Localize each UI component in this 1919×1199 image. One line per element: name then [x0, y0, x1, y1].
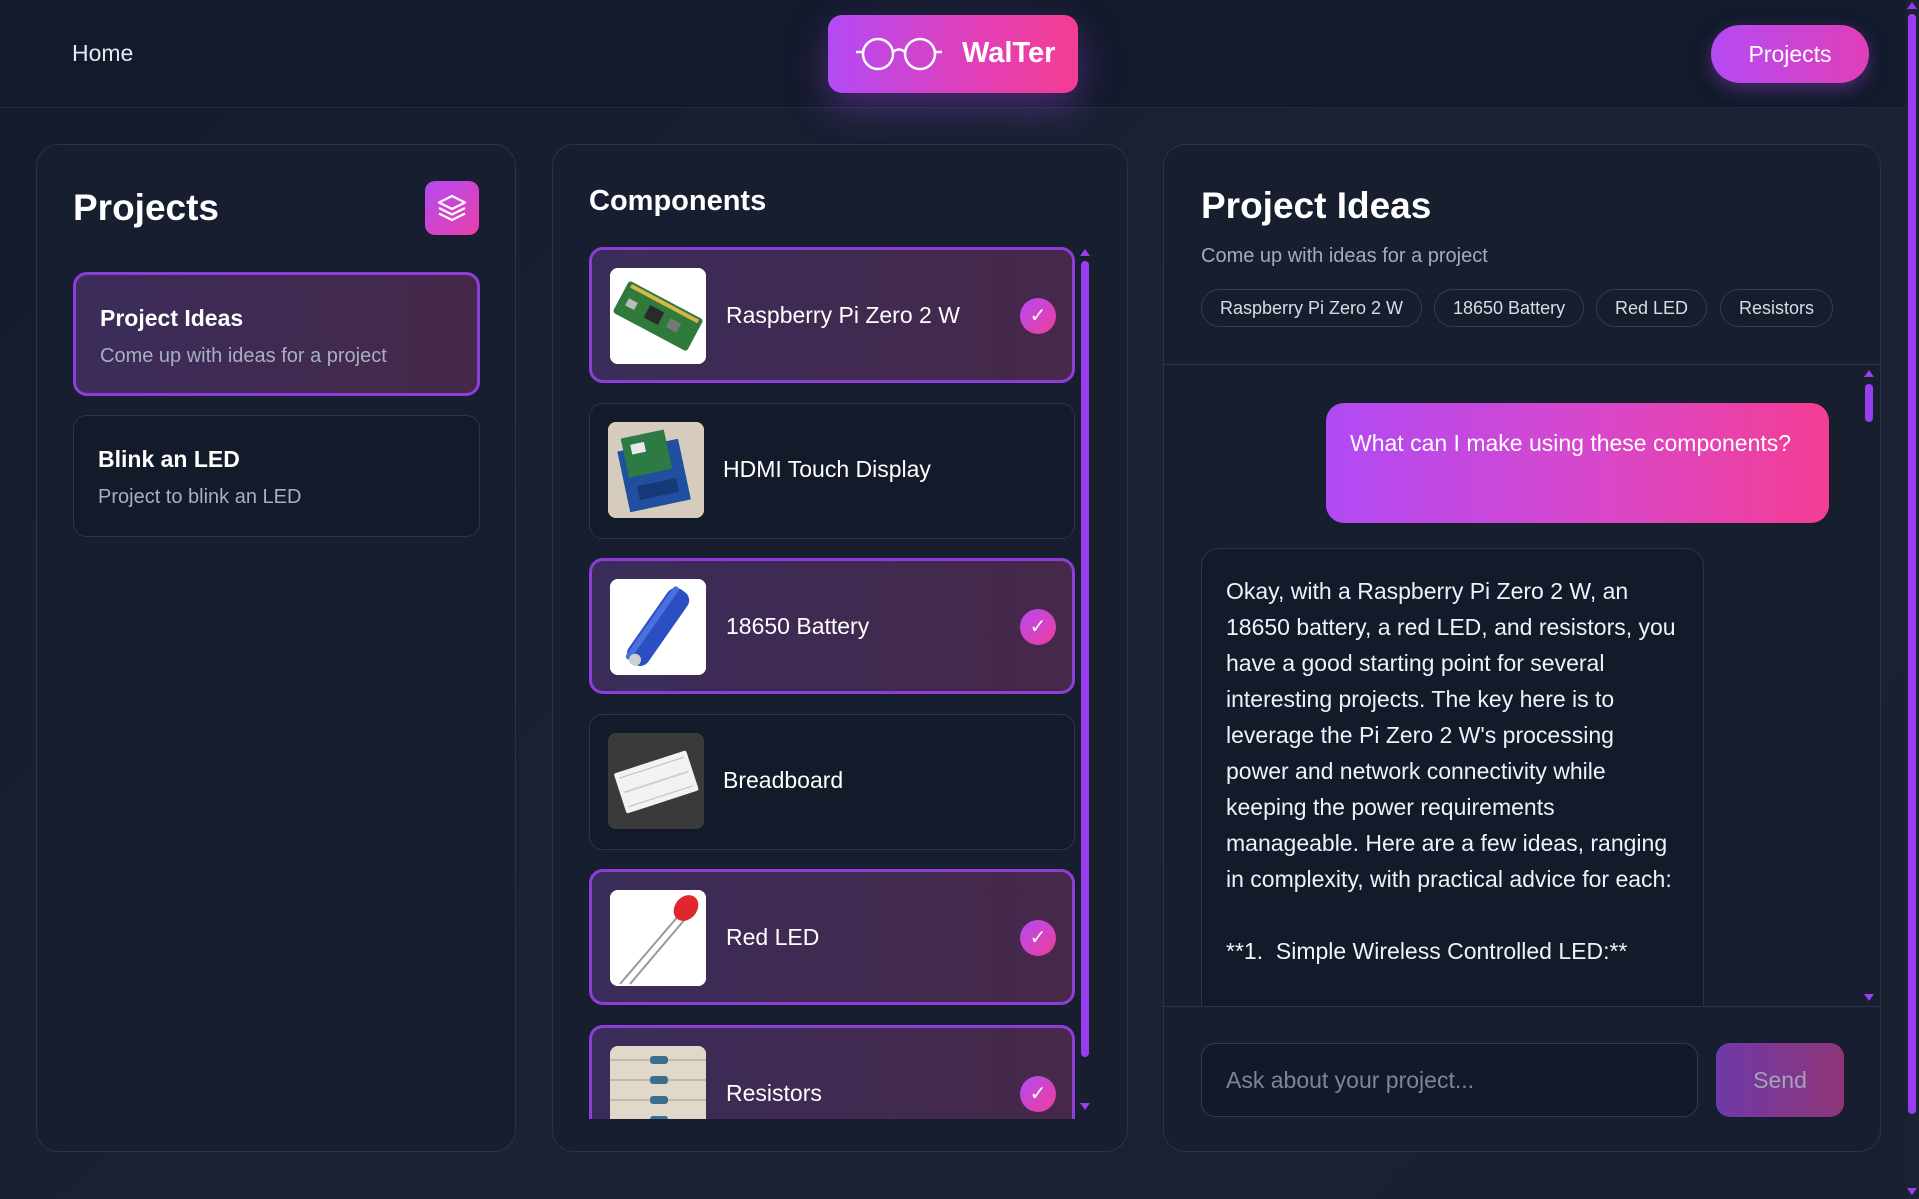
scroll-up-arrow-icon[interactable]	[1907, 2, 1917, 9]
projects-panel: Projects Project Ideas Come up with idea…	[36, 144, 516, 1152]
components-title: Components	[589, 185, 767, 217]
component-list: Raspberry Pi Zero 2 W ✓ HDMI Touch Displ…	[589, 247, 1089, 1119]
project-card-title: Blink an LED	[98, 446, 240, 472]
component-name: Breadboard	[723, 767, 844, 793]
project-card-blink-an-led[interactable]: Blink an LED Project to blink an LED	[73, 415, 480, 537]
scroll-up-arrow-icon[interactable]	[1864, 370, 1874, 377]
component-name: 18650 Battery	[726, 613, 870, 639]
scrollbar-thumb[interactable]	[1908, 14, 1916, 1114]
raspberry-pi-board-photo	[610, 268, 706, 364]
component-chip: 18650 Battery	[1434, 289, 1585, 327]
component-name: Red LED	[726, 924, 820, 950]
check-icon: ✓	[1020, 920, 1056, 956]
brand-logo[interactable]: WalTer	[828, 15, 1078, 93]
project-card-description: Come up with ideas for a project	[100, 345, 387, 367]
component-card-breadboard[interactable]: Breadboard	[589, 714, 1075, 850]
chat-scrollbar[interactable]	[1862, 366, 1876, 1006]
touch-display-photo	[608, 422, 704, 518]
component-chip: Resistors	[1720, 289, 1834, 327]
chat-title: Project Ideas	[1201, 185, 1432, 226]
projects-button[interactable]: Projects	[1711, 25, 1869, 83]
scroll-down-arrow-icon[interactable]	[1080, 1103, 1090, 1110]
check-icon: ✓	[1020, 1076, 1056, 1112]
scroll-down-arrow-icon[interactable]	[1864, 994, 1874, 1001]
components-scrollbar[interactable]	[1078, 247, 1092, 1113]
brand-name: WalTer	[962, 37, 1056, 69]
scrollbar-thumb[interactable]	[1081, 261, 1089, 1057]
send-button[interactable]: Send	[1716, 1043, 1844, 1117]
component-name: Resistors	[726, 1080, 822, 1106]
chat-messages: What can I make using these components? …	[1164, 366, 1880, 1006]
chat-subtitle: Come up with ideas for a project	[1201, 245, 1488, 267]
component-name: HDMI Touch Display	[723, 456, 931, 482]
top-nav: Home WalTer Projects	[0, 0, 1905, 108]
page-scrollbar[interactable]	[1905, 0, 1919, 1199]
project-card-project-ideas[interactable]: Project Ideas Come up with ideas for a p…	[73, 272, 480, 396]
projects-title: Projects	[73, 187, 220, 228]
scroll-up-arrow-icon[interactable]	[1080, 249, 1090, 256]
component-name: Raspberry Pi Zero 2 W	[726, 302, 960, 328]
chat-header: Project Ideas Come up with ideas for a p…	[1164, 145, 1880, 365]
red-led-photo	[610, 890, 706, 986]
resistors-photo	[610, 1046, 706, 1119]
component-card-raspberry-pi-zero-2-w[interactable]: Raspberry Pi Zero 2 W ✓	[589, 247, 1075, 383]
project-card-description: Project to blink an LED	[98, 486, 302, 508]
component-chip: Red LED	[1596, 289, 1708, 327]
glasses-icon	[856, 37, 942, 71]
component-card-resistors[interactable]: Resistors ✓	[589, 1025, 1075, 1119]
assistant-message: Okay, with a Raspberry Pi Zero 2 W, an 1…	[1201, 548, 1704, 1006]
chat-input-bar: Send	[1164, 1006, 1880, 1151]
component-card-hdmi-touch-display[interactable]: HDMI Touch Display	[589, 403, 1075, 539]
layers-icon	[437, 194, 467, 222]
components-panel: Components Raspberry Pi Zero 2 W ✓ HDMI …	[552, 144, 1128, 1152]
component-card-18650-battery[interactable]: 18650 Battery ✓	[589, 558, 1075, 694]
battery-photo	[610, 579, 706, 675]
check-icon: ✓	[1020, 609, 1056, 645]
breadboard-photo	[608, 733, 704, 829]
scrollbar-thumb[interactable]	[1865, 384, 1873, 422]
component-card-red-led[interactable]: Red LED ✓	[589, 869, 1075, 1005]
home-link[interactable]: Home	[72, 40, 133, 67]
check-icon: ✓	[1020, 298, 1056, 334]
project-card-title: Project Ideas	[100, 305, 244, 331]
scroll-down-arrow-icon[interactable]	[1907, 1188, 1917, 1195]
layers-button[interactable]	[425, 181, 479, 235]
user-message: What can I make using these components?	[1326, 403, 1829, 523]
component-chip: Raspberry Pi Zero 2 W	[1201, 289, 1423, 327]
chat-panel: Project Ideas Come up with ideas for a p…	[1163, 144, 1881, 1152]
chat-input[interactable]	[1201, 1043, 1698, 1117]
